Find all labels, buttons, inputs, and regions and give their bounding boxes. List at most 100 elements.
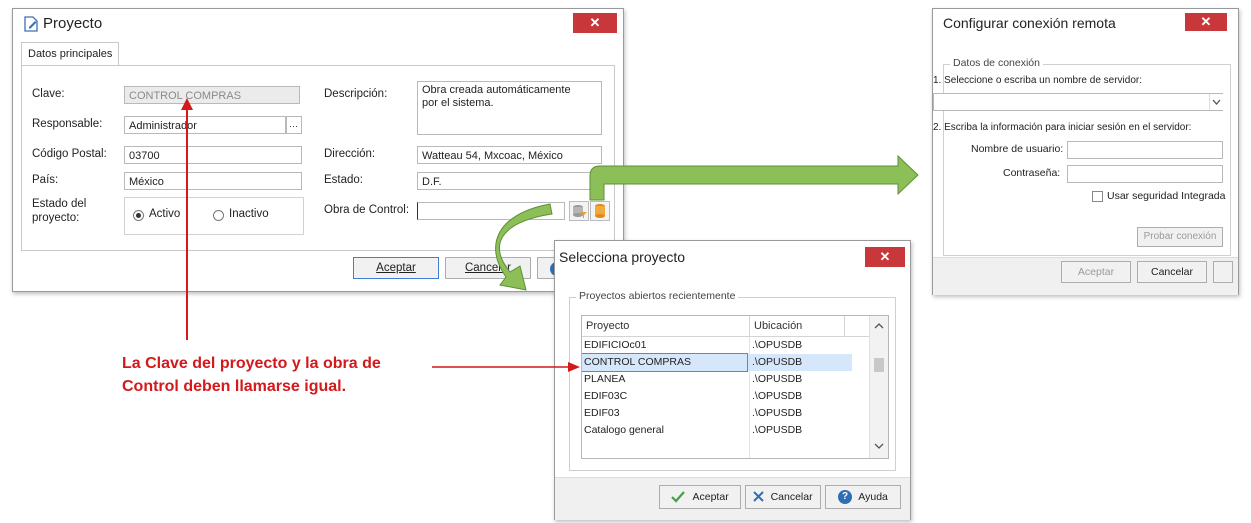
cell-proyecto: EDIF03C [584, 390, 628, 402]
cancelar-label: Cancelar [770, 491, 813, 503]
aceptar-label: Aceptar [692, 491, 729, 503]
selecciona-titlebar: Selecciona proyecto ✕ [555, 241, 910, 271]
selecciona-title: Selecciona proyecto [559, 249, 686, 265]
aceptar-button[interactable]: Aceptar [353, 257, 439, 279]
direccion-label: Dirección: [324, 148, 376, 160]
edit-document-icon [23, 16, 39, 35]
step2-label: 2. Escriba la información para iniciar s… [933, 122, 1192, 133]
selecciona-dialog: Selecciona proyecto ✕ Proyectos abiertos… [554, 240, 911, 520]
cancelar-button[interactable]: Cancelar [1137, 261, 1207, 283]
responsable-label: Responsable: [32, 118, 103, 130]
codigo-postal-field[interactable]: 03700 [124, 146, 302, 164]
close-button[interactable]: ✕ [865, 247, 905, 267]
usuario-label: Nombre de usuario: [971, 143, 1064, 155]
pais-label: País: [32, 174, 59, 186]
step1-label: 1. Seleccione o escriba un nombre de ser… [933, 75, 1143, 86]
col-divider [749, 316, 750, 336]
proyecto-title: Proyecto [43, 15, 103, 32]
tab-datos-principales[interactable]: Datos principales [21, 42, 120, 66]
scrollbar-thumb[interactable] [874, 358, 884, 372]
server-combobox[interactable] [933, 93, 1223, 111]
table-row[interactable]: EDIF03C .\OPUSDB [582, 388, 852, 405]
help-icon: ? [838, 489, 853, 504]
cell-ubicacion: .\OPUSDB [752, 424, 803, 436]
obra-database-button[interactable] [590, 201, 610, 221]
cell-ubicacion: .\OPUSDB [752, 390, 803, 402]
direccion-field[interactable]: Watteau 54, Mxcoac, México [417, 146, 602, 164]
estado-field[interactable]: D.F. [417, 172, 602, 190]
clave-field: CONTROL COMPRAS [124, 86, 300, 104]
datos-conexion-title: Datos de conexión [950, 57, 1043, 69]
obra-control-label: Obra de Control: [324, 204, 410, 216]
cell-proyecto: EDIF03 [584, 407, 620, 419]
col-ubicacion[interactable]: Ubicación [754, 320, 802, 332]
seguridad-checkbox[interactable] [1092, 191, 1103, 202]
annotation-line-1: La Clave del proyecto y la obra de [122, 355, 381, 372]
cell-ubicacion: .\OPUSDB [752, 373, 803, 385]
aceptar-button[interactable]: Aceptar [1061, 261, 1131, 283]
vertical-scrollbar[interactable] [869, 316, 888, 458]
annotation-line-2: Control deben llamarse igual. [122, 378, 347, 395]
probar-conexion-button[interactable]: Probar conexión [1137, 227, 1223, 247]
aceptar-button[interactable]: Aceptar [659, 485, 741, 509]
obra-filter-button[interactable] [569, 201, 589, 221]
close-button[interactable]: ✕ [1185, 13, 1227, 31]
chevron-up-icon [874, 323, 884, 329]
cancelar-label: Cancelar [464, 262, 512, 274]
ayuda-label: Ayuda [858, 491, 888, 503]
table-row[interactable]: Catalogo general .\OPUSDB [582, 422, 852, 439]
proyecto-titlebar: Proyecto ✕ [13, 9, 623, 39]
table-body: EDIFICIOc01 .\OPUSDB CONTROL COMPRAS .\OPU… [582, 337, 868, 458]
cell-proyecto: EDIFICIOc01 [584, 339, 647, 351]
descripcion-textarea[interactable]: Obra creada automáticamente por el siste… [417, 81, 602, 135]
estado-proyecto-label: Estado del proyecto: [32, 198, 87, 224]
cancelar-button[interactable]: Cancelar [745, 485, 821, 509]
descripcion-text: Obra creada automáticamente por el siste… [422, 84, 571, 109]
check-icon [671, 491, 686, 503]
extra-button[interactable] [1213, 261, 1233, 283]
table-row[interactable]: PLANEA .\OPUSDB [582, 371, 852, 388]
database-icon [595, 204, 605, 218]
contrasena-field[interactable] [1067, 165, 1223, 183]
obra-control-field[interactable] [417, 202, 565, 220]
cell-ubicacion: .\OPUSDB [752, 407, 803, 419]
ayuda-button[interactable]: ? Ayuda [825, 485, 901, 509]
responsable-field[interactable]: Administrador [124, 116, 286, 134]
seguridad-label: Usar seguridad Integrada [1107, 190, 1226, 202]
inactivo-radio[interactable] [213, 210, 224, 221]
chevron-down-icon [874, 443, 884, 449]
clave-label: Clave: [32, 88, 65, 100]
usuario-field[interactable] [1067, 141, 1223, 159]
activo-label: Activo [149, 208, 181, 220]
contrasena-label: Contraseña: [1003, 167, 1061, 179]
cancelar-button[interactable]: Cancelar [445, 257, 531, 279]
activo-radio[interactable] [133, 210, 144, 221]
responsable-browse-button[interactable]: ··· [286, 116, 302, 134]
pais-field[interactable]: México [124, 172, 302, 190]
col-divider [749, 337, 750, 458]
cell-ubicacion: .\OPUSDB [752, 356, 803, 368]
col-proyecto[interactable]: Proyecto [586, 320, 629, 332]
table-row[interactable]: EDIFICIOc01 .\OPUSDB [582, 337, 852, 354]
close-icon [753, 491, 765, 503]
cell-proyecto: PLANEA [584, 373, 626, 385]
proyecto-dialog: Proyecto ✕ Datos principales Clave: CONT… [12, 8, 624, 292]
chevron-down-icon [1212, 99, 1221, 105]
recientes-title: Proyectos abiertos recientemente [576, 290, 739, 302]
proyectos-table: Proyecto Ubicación EDIFICIOc01 .\OPUSDB C… [581, 315, 889, 459]
datos-panel: Clave: CONTROL COMPRAS Descripción: Obra… [21, 65, 615, 251]
cell-proyecto: Catalogo general [584, 424, 664, 436]
descripcion-label: Descripción: [324, 88, 388, 100]
table-row-partial [582, 439, 852, 447]
estado-label: Estado: [324, 174, 363, 186]
server-dropdown-button[interactable] [1209, 94, 1223, 110]
database-filter-icon [573, 205, 587, 218]
tabstrip: Datos principales [21, 41, 613, 66]
table-row-selected[interactable]: CONTROL COMPRAS .\OPUSDB [582, 353, 852, 372]
estado-radio-group: Activo Inactivo [124, 197, 304, 235]
table-row[interactable]: EDIF03 .\OPUSDB [582, 405, 852, 422]
table-header: Proyecto Ubicación [582, 316, 888, 337]
aceptar-label: Aceptar [376, 262, 416, 274]
conexion-titlebar: Configurar conexión remota ✕ [933, 9, 1238, 39]
close-button[interactable]: ✕ [573, 13, 617, 33]
